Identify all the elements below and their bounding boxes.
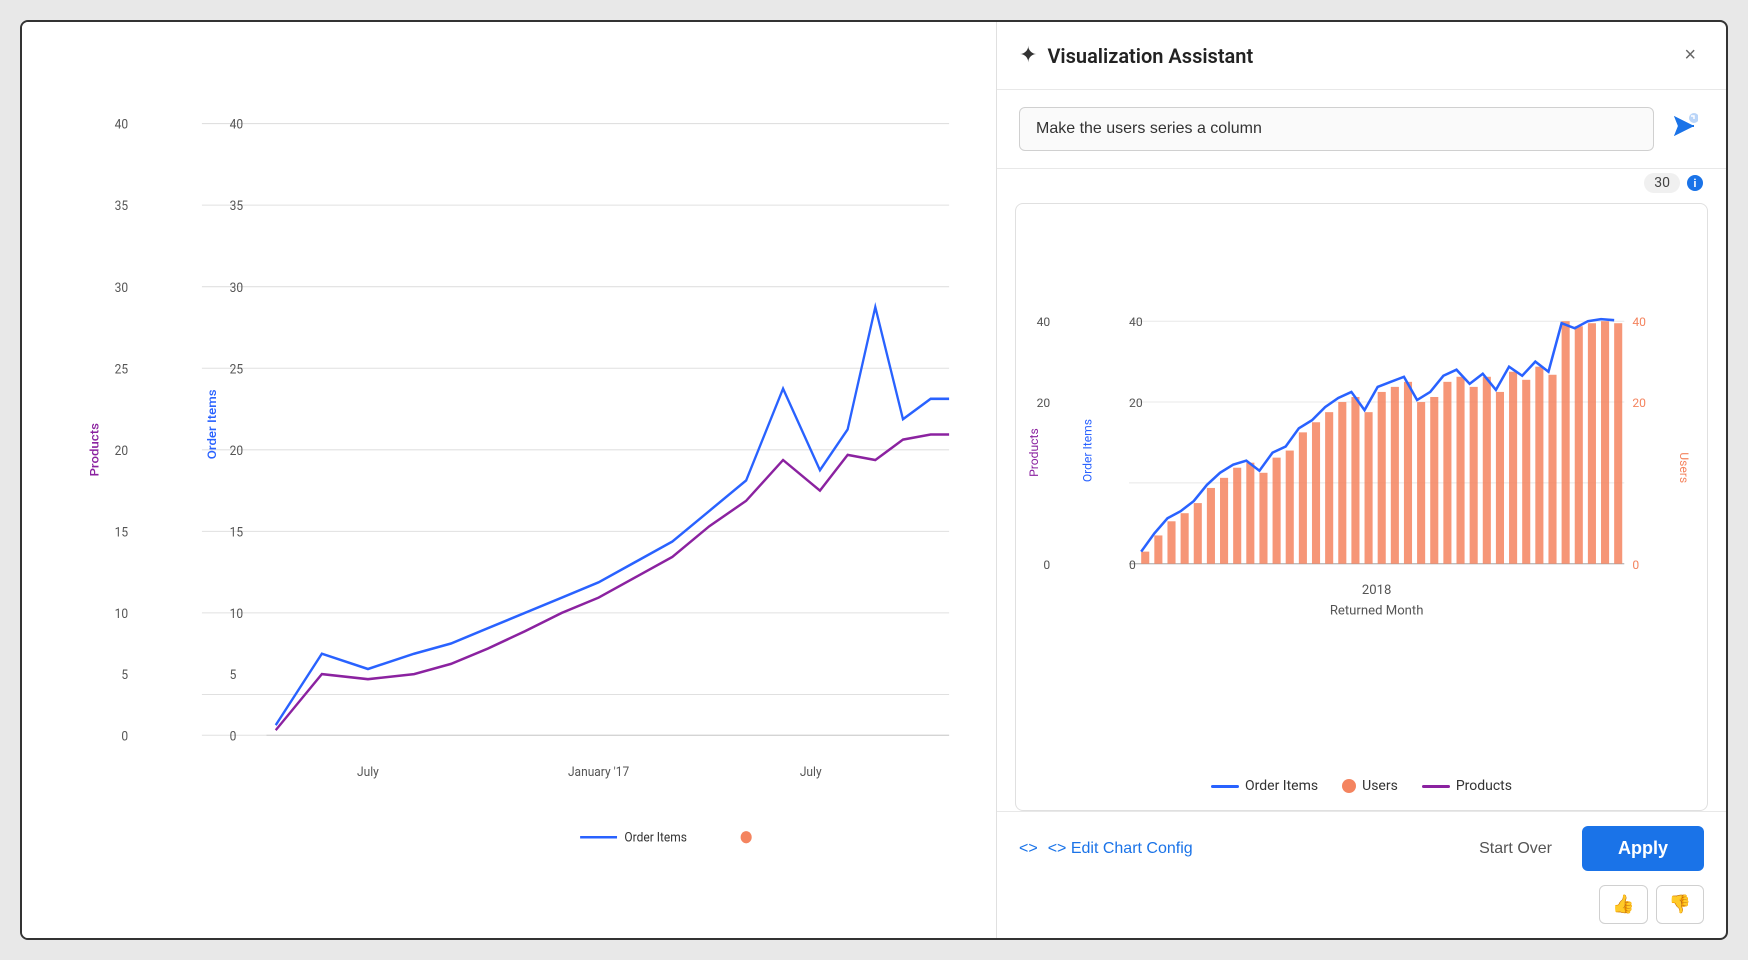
svg-text:Order Items: Order Items xyxy=(624,830,687,846)
preview-chart-container: 40 20 0 40 20 0 40 20 0 Products Order xyxy=(997,193,1726,811)
input-row xyxy=(997,90,1726,169)
svg-text:35: 35 xyxy=(115,199,128,215)
svg-text:Order Items: Order Items xyxy=(1081,419,1095,482)
svg-text:July: July xyxy=(357,765,379,781)
edit-config-icon: <> xyxy=(1019,840,1038,858)
preview-chart-box: 40 20 0 40 20 0 40 20 0 Products Order xyxy=(1015,203,1708,811)
thumbs-down-icon: 👎 xyxy=(1669,894,1691,914)
token-count: 30 xyxy=(1644,173,1680,193)
svg-text:40: 40 xyxy=(115,117,128,133)
svg-text:January '17: January '17 xyxy=(568,765,629,781)
thumbs-up-icon: 👍 xyxy=(1612,894,1634,914)
svg-text:25: 25 xyxy=(115,362,128,378)
legend-users-dot xyxy=(1342,779,1356,793)
start-over-button[interactable]: Start Over xyxy=(1463,830,1568,868)
action-bar: <> <> Edit Chart Config Start Over Apply xyxy=(997,811,1726,885)
assistant-icon: ✦ xyxy=(1019,43,1037,68)
preview-chart-svg: 40 20 0 40 20 0 40 20 0 Products Order xyxy=(1028,216,1695,770)
preview-chart-inner: 40 20 0 40 20 0 40 20 0 Products Order xyxy=(1028,216,1695,770)
main-chart-svg: 40 35 30 25 20 15 10 5 0 40 35 30 25 20 … xyxy=(82,42,986,878)
svg-text:40: 40 xyxy=(1129,315,1143,329)
close-button[interactable]: × xyxy=(1676,40,1704,71)
legend-products: Products xyxy=(1422,778,1512,794)
svg-text:10: 10 xyxy=(230,606,243,622)
svg-text:35: 35 xyxy=(230,199,243,215)
svg-text:20: 20 xyxy=(115,443,128,459)
svg-text:40: 40 xyxy=(1037,315,1051,329)
svg-text:0: 0 xyxy=(1043,558,1050,572)
chart-legend: Order Items Users Products xyxy=(1028,770,1695,798)
svg-text:15: 15 xyxy=(115,525,128,541)
svg-text:Users: Users xyxy=(1677,452,1691,483)
svg-text:0: 0 xyxy=(230,729,237,745)
app-container: 40 35 30 25 20 15 10 5 0 40 35 30 25 20 … xyxy=(20,20,1728,940)
svg-text:0: 0 xyxy=(121,729,128,745)
panel-title-group: ✦ Visualization Assistant xyxy=(1019,43,1253,68)
svg-text:July: July xyxy=(800,765,822,781)
token-badge: 30 i xyxy=(1644,173,1704,193)
svg-text:40: 40 xyxy=(230,117,243,133)
legend-order-items: Order Items xyxy=(1211,778,1318,794)
svg-text:0: 0 xyxy=(1129,558,1136,572)
svg-text:20: 20 xyxy=(1632,396,1646,410)
svg-text:5: 5 xyxy=(230,668,237,684)
svg-text:40: 40 xyxy=(1632,315,1646,329)
legend-users: Users xyxy=(1342,778,1398,794)
thumbs-down-button[interactable]: 👎 xyxy=(1656,885,1704,924)
svg-text:Order Items: Order Items xyxy=(205,389,219,459)
svg-text:20: 20 xyxy=(1129,396,1143,410)
svg-text:20: 20 xyxy=(1037,396,1051,410)
feedback-row: 👍 👎 xyxy=(997,885,1726,938)
svg-text:5: 5 xyxy=(121,668,128,684)
svg-text:30: 30 xyxy=(115,280,128,296)
svg-text:15: 15 xyxy=(230,525,243,541)
apply-button[interactable]: Apply xyxy=(1582,826,1704,871)
svg-text:2018: 2018 xyxy=(1362,583,1392,598)
legend-products-line xyxy=(1422,785,1450,788)
thumbs-up-button[interactable]: 👍 xyxy=(1599,885,1647,924)
svg-text:Returned Month: Returned Month xyxy=(1330,603,1424,618)
main-chart-area: 40 35 30 25 20 15 10 5 0 40 35 30 25 20 … xyxy=(22,22,996,938)
svg-text:10: 10 xyxy=(115,606,128,622)
svg-text:20: 20 xyxy=(230,443,243,459)
svg-text:0: 0 xyxy=(1632,558,1639,572)
svg-text:25: 25 xyxy=(230,362,243,378)
token-row: 30 i xyxy=(997,169,1726,193)
panel-header: ✦ Visualization Assistant × xyxy=(997,22,1726,90)
svg-text:30: 30 xyxy=(230,280,243,296)
legend-order-items-line xyxy=(1211,785,1239,788)
token-info-icon: i xyxy=(1686,174,1704,192)
action-right-group: Start Over Apply xyxy=(1463,826,1704,871)
svg-text:Products: Products xyxy=(1028,428,1041,477)
assistant-panel: ✦ Visualization Assistant × xyxy=(996,22,1726,938)
svg-text:Products: Products xyxy=(88,423,102,476)
prompt-input[interactable] xyxy=(1019,107,1654,151)
edit-chart-config-button[interactable]: <> <> Edit Chart Config xyxy=(1019,840,1193,858)
send-button[interactable] xyxy=(1664,106,1704,152)
svg-text:i: i xyxy=(1694,177,1697,190)
panel-title: Visualization Assistant xyxy=(1047,44,1253,68)
